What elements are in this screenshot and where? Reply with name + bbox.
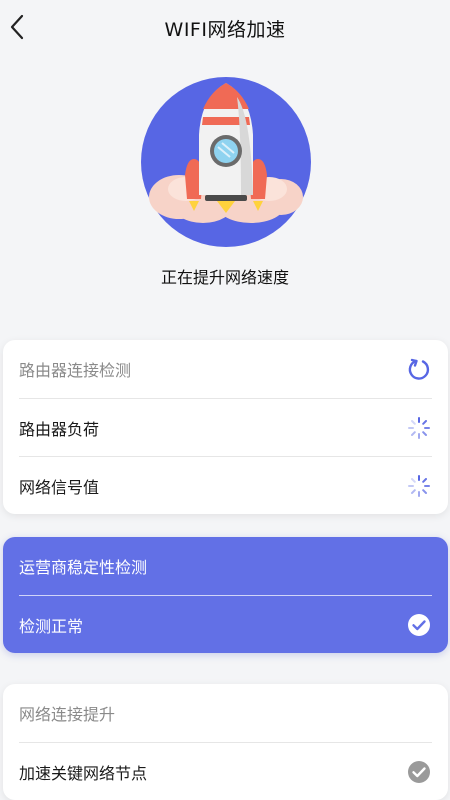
back-button[interactable] <box>2 10 32 44</box>
list-item: 检测正常 <box>19 595 432 653</box>
status-text: 正在提升网络速度 <box>160 268 289 287</box>
check-circle-icon <box>406 759 432 785</box>
list-item: 运营商稳定性检测 <box>19 537 432 595</box>
list-item: 网络信号值 <box>19 456 432 514</box>
check-circle-icon <box>406 612 432 638</box>
list-item: 网络连接提升 <box>19 684 432 742</box>
refresh-icon[interactable] <box>406 356 432 382</box>
check-item-label: 路由器负荷 <box>19 419 100 439</box>
check-item-label: 加速关键网络节点 <box>19 763 148 783</box>
check-item-label: 检测正常 <box>19 616 84 636</box>
section-title: 网络连接提升 <box>19 705 116 724</box>
section-title: 运营商稳定性检测 <box>19 558 148 577</box>
list-item: 路由器连接检测 <box>19 340 432 398</box>
carrier-stability-card: 运营商稳定性检测 检测正常 <box>3 537 448 653</box>
list-item: 路由器负荷 <box>19 398 432 456</box>
page-title: WIFI网络加速 <box>164 18 286 41</box>
list-item: 加速关键网络节点 <box>19 742 432 800</box>
network-boost-card: 网络连接提升 加速关键网络节点 <box>3 684 448 800</box>
loading-spinner-icon <box>406 473 432 499</box>
section-title: 路由器连接检测 <box>19 361 132 380</box>
top-bar: WIFI网络加速 <box>0 0 450 56</box>
router-check-card: 路由器连接检测 路由器负荷 网络信号值 <box>3 340 448 514</box>
chevron-left-icon <box>10 14 24 40</box>
rocket-illustration <box>141 77 311 247</box>
loading-spinner-icon <box>406 415 432 441</box>
check-item-label: 网络信号值 <box>19 477 100 497</box>
